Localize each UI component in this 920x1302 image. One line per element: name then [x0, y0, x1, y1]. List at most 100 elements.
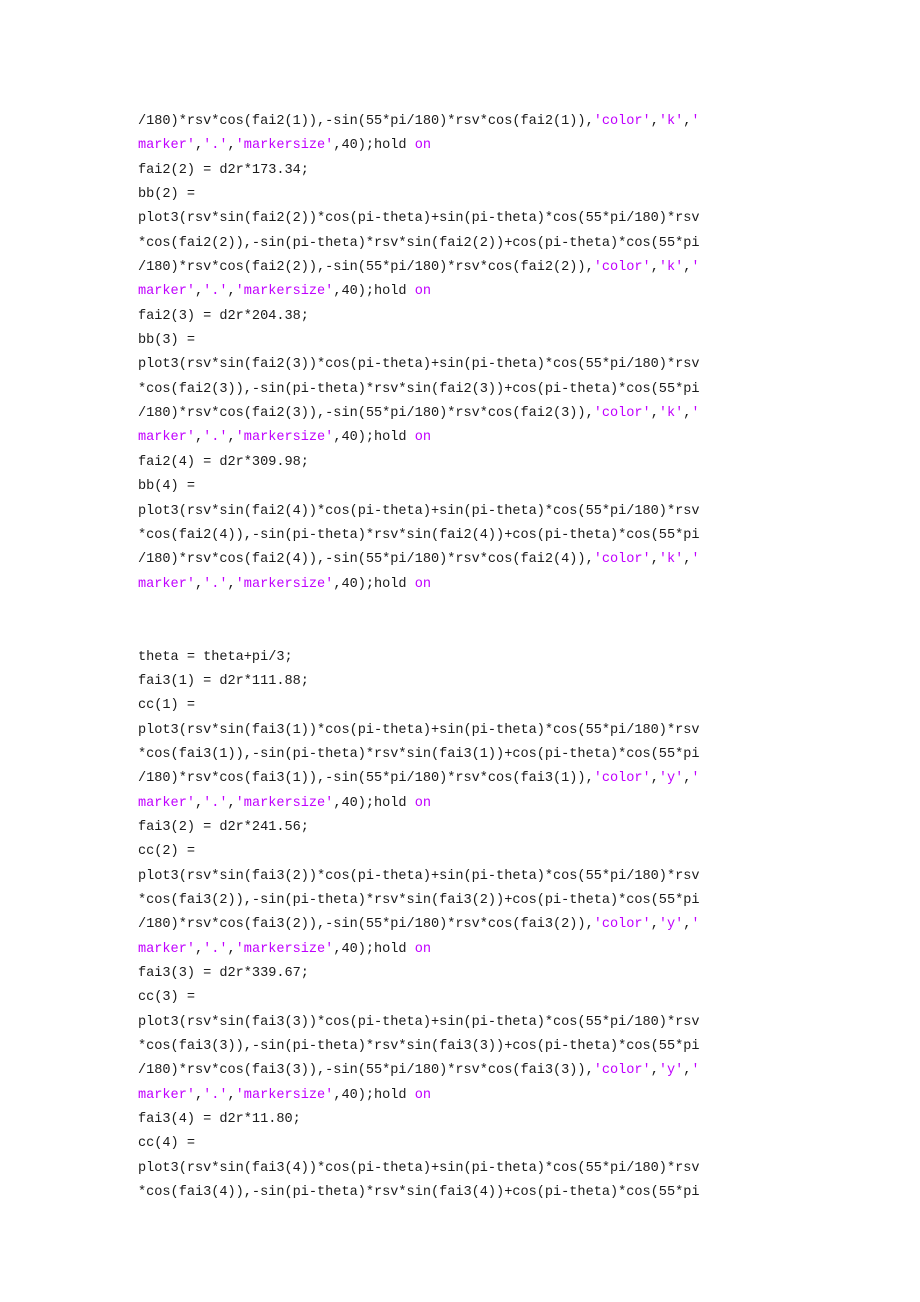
- code-line: cc(4) =: [138, 1132, 798, 1156]
- code-token-plain: ,: [227, 284, 236, 300]
- code-line: fai2(4) = d2r*309.98;: [138, 451, 798, 475]
- code-token-plain: plot3(rsv*sin(fai3(3))*cos(pi-theta)+sin…: [138, 1014, 700, 1030]
- code-token-plain: *cos(fai3(2)),-sin(pi-theta)*rsv*sin(fai…: [138, 893, 700, 908]
- code-token-plain: *cos(fai3(3)),-sin(pi-theta)*rsv*sin(fai…: [138, 1039, 700, 1055]
- code-token-plain: *cos(fai2(3)),-sin(pi-theta)*rsv*sin(fai…: [138, 381, 700, 397]
- code-line: plot3(rsv*sin(fai2(2))*cos(pi-theta)+sin…: [138, 207, 798, 231]
- code-token-plain: bb(4) =: [138, 479, 195, 495]
- code-token-string: 'color': [593, 260, 651, 276]
- code-token-plain: fai2(4) = d2r*309.98;: [138, 454, 309, 470]
- code-token-plain: ,: [194, 795, 204, 811]
- code-line: /180)*rsv*cos(fai3(1)),-sin(55*pi/180)*r…: [138, 767, 798, 791]
- code-token-string: 'k': [658, 406, 684, 422]
- code-line: marker','.','markersize',40);hold on: [138, 280, 798, 304]
- code-token-plain: cc(1) =: [138, 698, 195, 714]
- code-token-keyword: on: [414, 941, 431, 957]
- code-token-plain: bb(3) =: [138, 333, 195, 349]
- code-line: marker','.','markersize',40);hold on: [138, 938, 798, 962]
- code-line: *cos(fai3(2)),-sin(pi-theta)*rsv*sin(fai…: [138, 889, 798, 913]
- code-token-plain: ,: [194, 138, 204, 154]
- code-line: plot3(rsv*sin(fai3(4))*cos(pi-theta)+sin…: [138, 1157, 798, 1181]
- code-line: fai3(1) = d2r*111.88;: [138, 670, 798, 694]
- code-token-plain: /180)*rsv*cos(fai3(1)),-sin(55*pi/180)*r…: [138, 771, 594, 787]
- code-token-plain: ,: [650, 771, 659, 787]
- code-token-string: 'color': [593, 114, 651, 129]
- code-token-plain: ,: [194, 941, 204, 957]
- code-token-string: marker': [138, 1087, 195, 1103]
- code-token-plain: *cos(fai3(1)),-sin(pi-theta)*rsv*sin(fai…: [138, 746, 700, 762]
- code-line: /180)*rsv*cos(fai2(4)),-sin(55*pi/180)*r…: [138, 548, 798, 572]
- code-token-string: 'markersize': [235, 430, 334, 446]
- code-token-plain: ,: [650, 406, 659, 422]
- code-line: fai2(3) = d2r*204.38;: [138, 305, 798, 329]
- code-token-string: marker': [138, 284, 195, 300]
- code-token-string: 'y': [658, 1063, 684, 1079]
- code-token-plain: fai2(2) = d2r*173.34;: [138, 162, 309, 178]
- code-token-plain: ,: [650, 917, 659, 933]
- code-token-plain: *cos(fai2(2)),-sin(pi-theta)*rsv*sin(fai…: [138, 235, 700, 251]
- code-line: marker','.','markersize',40);hold on: [138, 1084, 798, 1108]
- code-token-string: '.': [203, 284, 228, 300]
- code-token-plain: ,: [194, 576, 204, 592]
- code-token-plain: ,: [650, 114, 659, 129]
- code-line: fai3(4) = d2r*11.80;: [138, 1108, 798, 1132]
- code-token-plain: ,: [194, 284, 204, 300]
- code-token-plain: ,: [194, 430, 204, 446]
- code-token-plain: ,40);hold: [333, 138, 415, 154]
- code-token-plain: fai3(1) = d2r*111.88;: [138, 673, 309, 689]
- code-token-string: '.': [203, 430, 228, 446]
- code-token-plain: ,: [227, 941, 236, 957]
- code-token-plain: fai3(3) = d2r*339.67;: [138, 966, 309, 982]
- code-token-string: 'markersize': [235, 576, 334, 592]
- code-listing[interactable]: /180)*rsv*cos(fai2(1)),-sin(55*pi/180)*r…: [138, 110, 798, 1205]
- code-token-plain: fai2(3) = d2r*204.38;: [138, 308, 309, 324]
- code-token-string: ': [691, 917, 700, 933]
- code-line: cc(2) =: [138, 840, 798, 864]
- code-token-string: 'k': [658, 260, 684, 276]
- code-token-keyword: on: [414, 1087, 431, 1103]
- code-token-string: 'markersize': [235, 1087, 334, 1103]
- code-token-plain: cc(4) =: [138, 1136, 195, 1152]
- code-token-string: ': [691, 114, 700, 129]
- code-token-string: 'k': [658, 114, 684, 129]
- code-token-plain: /180)*rsv*cos(fai2(1)),-sin(55*pi/180)*r…: [138, 114, 594, 129]
- code-line: marker','.','markersize',40);hold on: [138, 573, 798, 597]
- code-token-string: 'color': [593, 771, 651, 787]
- code-token-string: marker': [138, 795, 195, 811]
- code-token-plain: ,40);hold: [333, 941, 415, 957]
- code-line: /180)*rsv*cos(fai2(3)),-sin(55*pi/180)*r…: [138, 402, 798, 426]
- code-token-plain: *cos(fai3(4)),-sin(pi-theta)*rsv*sin(fai…: [138, 1185, 700, 1201]
- code-token-plain: plot3(rsv*sin(fai2(4))*cos(pi-theta)+sin…: [138, 503, 700, 519]
- code-token-plain: bb(2) =: [138, 187, 195, 203]
- code-token-string: 'k': [658, 552, 684, 568]
- code-token-plain: /180)*rsv*cos(fai2(2)),-sin(55*pi/180)*r…: [138, 260, 594, 276]
- code-token-plain: fai3(2) = d2r*241.56;: [138, 819, 309, 835]
- code-token-plain: ,: [227, 138, 236, 154]
- code-token-plain: ,: [194, 1087, 204, 1103]
- code-line: marker','.','markersize',40);hold on: [138, 134, 798, 158]
- code-token-string: 'markersize': [235, 138, 334, 154]
- code-token-string: 'color': [593, 1063, 651, 1079]
- code-line: fai3(3) = d2r*339.67;: [138, 962, 798, 986]
- code-token-plain: ,40);hold: [333, 795, 415, 811]
- code-token-plain: *cos(fai2(4)),-sin(pi-theta)*rsv*sin(fai…: [138, 527, 700, 543]
- code-token-plain: ,40);hold: [333, 430, 415, 446]
- code-line: *cos(fai2(3)),-sin(pi-theta)*rsv*sin(fai…: [138, 378, 798, 402]
- code-token-plain: ,: [227, 576, 236, 592]
- code-line: plot3(rsv*sin(fai3(3))*cos(pi-theta)+sin…: [138, 1011, 798, 1035]
- code-line: /180)*rsv*cos(fai3(2)),-sin(55*pi/180)*r…: [138, 913, 798, 937]
- code-token-string: ': [691, 1063, 700, 1079]
- code-token-keyword: on: [414, 430, 431, 446]
- code-token-plain: fai3(4) = d2r*11.80;: [138, 1112, 301, 1128]
- code-line: fai3(2) = d2r*241.56;: [138, 816, 798, 840]
- code-line: bb(3) =: [138, 329, 798, 353]
- code-token-plain: /180)*rsv*cos(fai2(4)),-sin(55*pi/180)*r…: [138, 552, 594, 568]
- code-line: *cos(fai2(4)),-sin(pi-theta)*rsv*sin(fai…: [138, 524, 798, 548]
- code-token-keyword: on: [414, 795, 431, 811]
- code-line: /180)*rsv*cos(fai2(1)),-sin(55*pi/180)*r…: [138, 110, 798, 134]
- code-line: fai2(2) = d2r*173.34;: [138, 159, 798, 183]
- code-token-string: marker': [138, 138, 195, 154]
- code-token-plain: /180)*rsv*cos(fai3(3)),-sin(55*pi/180)*r…: [138, 1063, 594, 1079]
